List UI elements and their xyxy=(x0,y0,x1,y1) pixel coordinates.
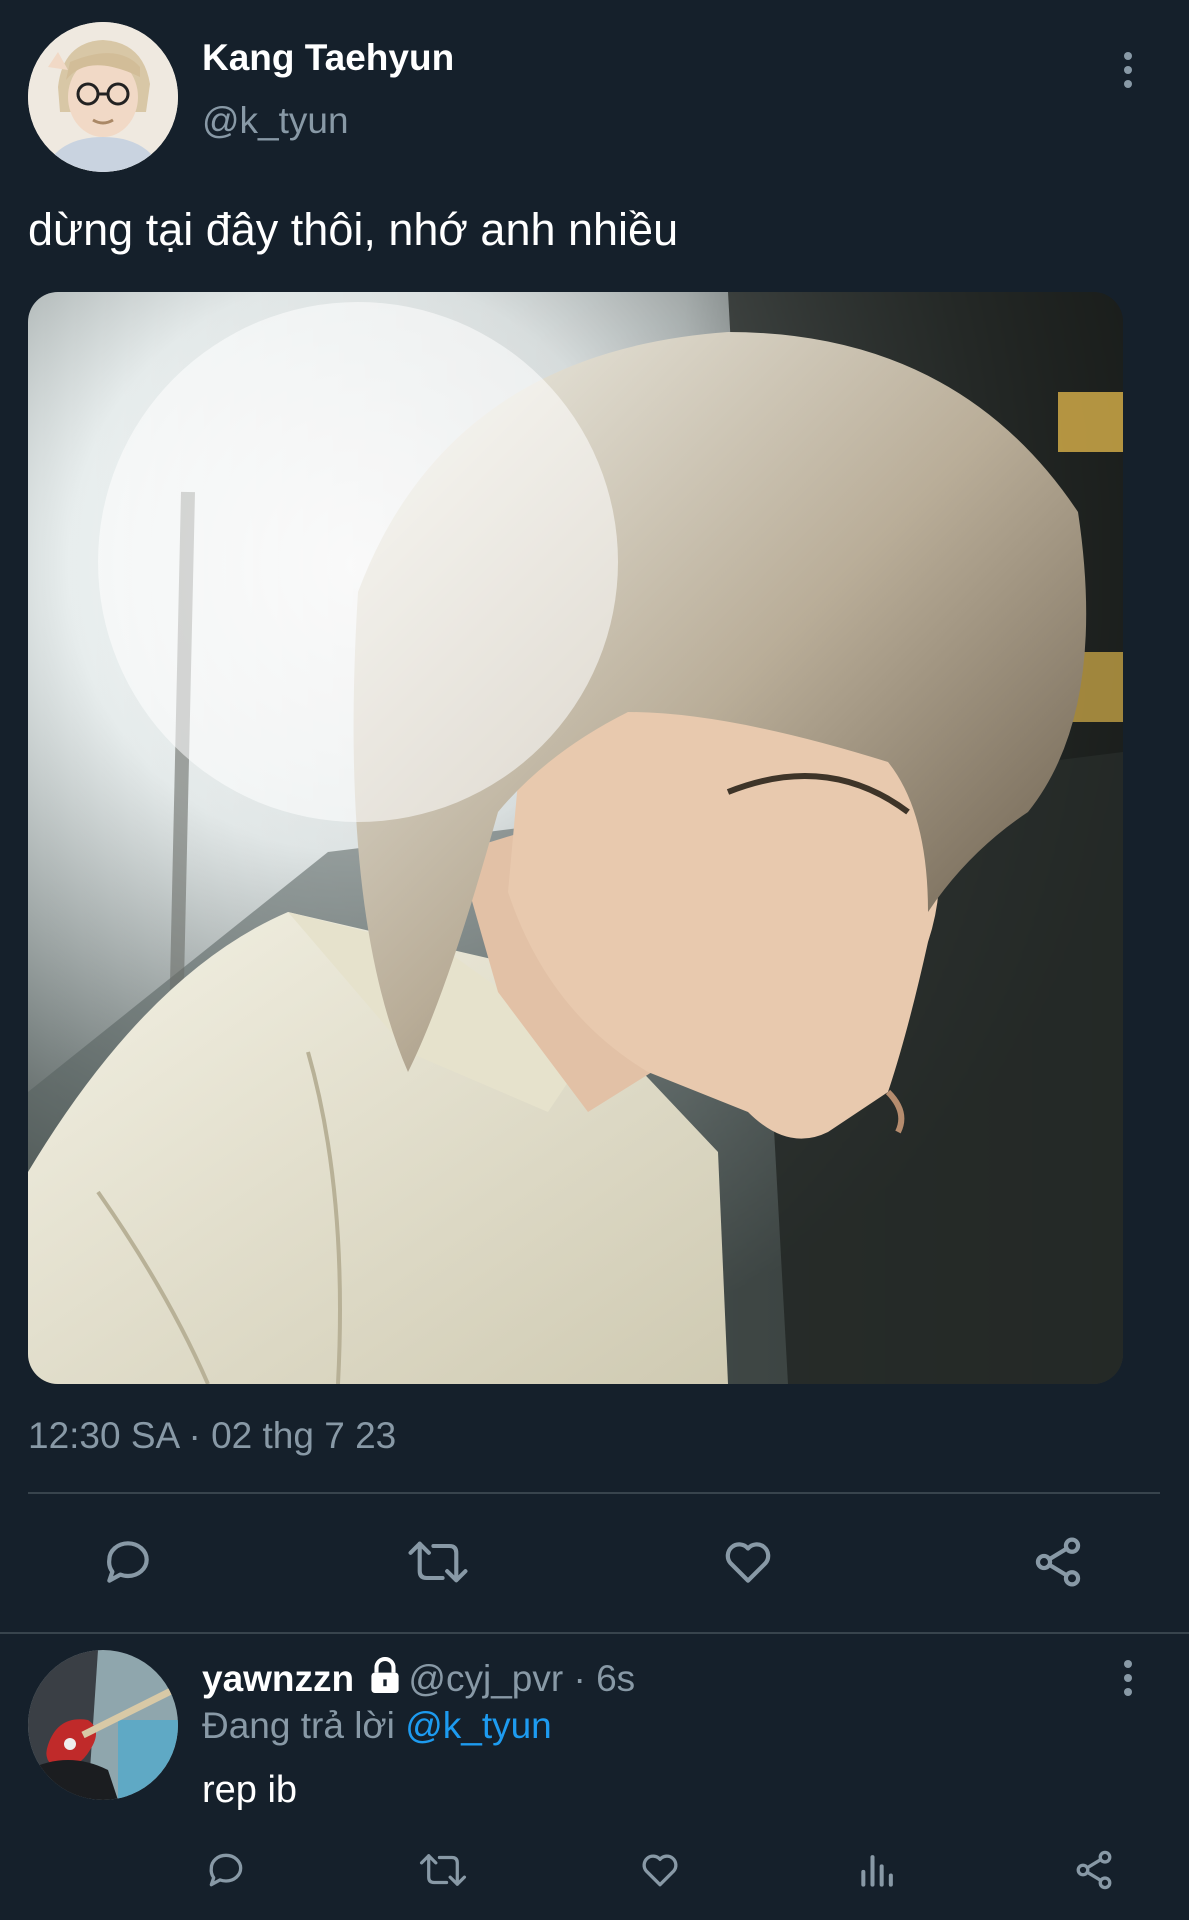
divider xyxy=(28,1492,1160,1494)
reply-header: yawnzzn @cyj_pvr · 6s xyxy=(202,1656,635,1706)
reply-age[interactable]: 6s xyxy=(596,1658,635,1699)
lock-icon xyxy=(368,1657,402,1706)
retweet-icon[interactable] xyxy=(406,1534,470,1590)
reply-share-icon[interactable] xyxy=(1072,1848,1116,1892)
replying-to-handle[interactable]: @k_tyun xyxy=(405,1705,552,1746)
reply-text: rep ib xyxy=(202,1769,298,1811)
user-photo-icon xyxy=(28,22,178,172)
reply-separator: · xyxy=(563,1658,597,1699)
reply-icon[interactable] xyxy=(100,1534,156,1590)
tweet-text: dừng tại đây thôi, nhớ anh nhiều xyxy=(28,204,679,255)
guitar-photo-icon xyxy=(28,1650,178,1800)
reply-avatar[interactable] xyxy=(28,1650,178,1800)
section-divider xyxy=(0,1632,1189,1634)
tweet-more-menu-icon[interactable] xyxy=(1118,52,1138,92)
replying-to-prefix: Đang trả lời xyxy=(202,1705,395,1746)
tweet-media[interactable] xyxy=(28,292,1123,1384)
author-avatar[interactable] xyxy=(28,22,178,172)
reply-like-icon[interactable] xyxy=(638,1848,682,1892)
like-icon[interactable] xyxy=(720,1534,776,1590)
reply-retweet-icon[interactable] xyxy=(418,1848,468,1892)
analytics-icon[interactable] xyxy=(856,1848,900,1892)
profile-photo-icon xyxy=(28,292,1123,1384)
author-handle[interactable]: @k_tyun xyxy=(202,99,349,143)
author-name[interactable]: Kang Taehyun xyxy=(202,36,454,80)
tweet-timestamp[interactable]: 12:30 SA · 02 thg 7 23 xyxy=(28,1414,396,1458)
reply-more-menu-icon[interactable] xyxy=(1118,1660,1138,1700)
replying-to: Đang trả lời @k_tyun xyxy=(202,1703,552,1749)
reply-author-handle[interactable]: @cyj_pvr xyxy=(408,1658,563,1699)
reply-author-name[interactable]: yawnzzn xyxy=(202,1658,354,1699)
reply-reply-icon[interactable] xyxy=(204,1848,248,1892)
share-icon[interactable] xyxy=(1030,1534,1086,1590)
